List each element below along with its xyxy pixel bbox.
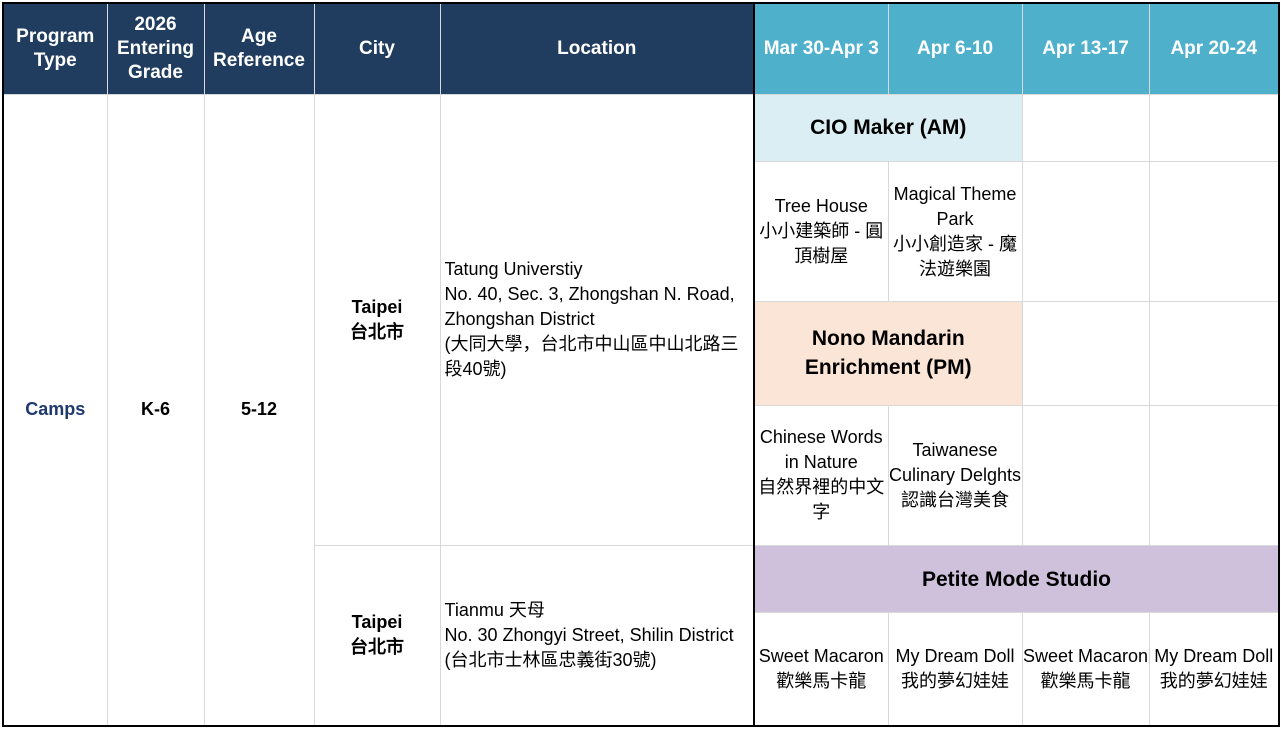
camp-schedule-table: Program Type 2026 Entering Grade Age Referen… [2,2,1280,727]
header-week-2: Apr 6-10 [887,2,1023,95]
course-my-dream-doll: My Dream Doll 我的夢幻娃娃 [1148,612,1280,727]
header-location: Location [439,2,755,95]
course-chinese-words-in-nature: Chinese Words in Nature 自然界裡的中文字 [753,404,889,546]
course-magical-theme-park: Magical Theme Park 小小創造家 - 魔法遊樂園 [887,160,1023,303]
course-tree-house: Tree House 小小建築師 - 圓頂樹屋 [753,160,889,303]
empty-cell [1021,301,1150,406]
age-cell: 5-12 [203,93,315,727]
nono-mandarin-program-label: Nono Mandarin Enrichment (PM) [753,301,1023,406]
table-row: Camps K-6 5-12 Taipei 台北市 Tatung Universt… [2,93,1280,727]
header-row: Program Type 2026 Entering Grade Age Referen… [2,2,1280,95]
empty-cell [1148,404,1280,546]
course-sweet-macaron: Sweet Macaron 歡樂馬卡龍 [753,612,889,727]
course-my-dream-doll: My Dream Doll 我的夢幻娃娃 [887,612,1023,727]
empty-cell [1021,93,1150,162]
site1-location-cell: Tatung Universtiy No. 40, Sec. 3, Zhongsh… [439,93,755,546]
empty-cell [1148,93,1280,162]
header-week-4: Apr 20-24 [1148,2,1280,95]
site1-city-cell: Taipei 台北市 [313,93,441,546]
empty-cell [1021,404,1150,546]
cio-maker-program-label: CIO Maker (AM) [753,93,1023,162]
site2-location-cell: Tianmu 天母 No. 30 Zhongyi Street, Shilin D… [439,544,755,727]
header-entering-grade: 2026 Entering Grade [106,2,205,95]
course-taiwanese-culinary: Taiwanese Culinary Delghts 認識台灣美食 [887,404,1023,546]
site2-city-cell: Taipei 台北市 [313,544,441,727]
header-city: City [313,2,441,95]
empty-cell [1148,160,1280,303]
header-program-type: Program Type [2,2,108,95]
header-week-1: Mar 30-Apr 3 [753,2,889,95]
course-sweet-macaron: Sweet Macaron 歡樂馬卡龍 [1021,612,1150,727]
header-week-3: Apr 13-17 [1021,2,1150,95]
grade-cell: K-6 [106,93,205,727]
petite-mode-studio-program-label: Petite Mode Studio [753,544,1280,614]
empty-cell [1021,160,1150,303]
empty-cell [1148,301,1280,406]
header-age-reference: Age Reference [203,2,315,95]
program-type-cell: Camps [2,93,108,727]
